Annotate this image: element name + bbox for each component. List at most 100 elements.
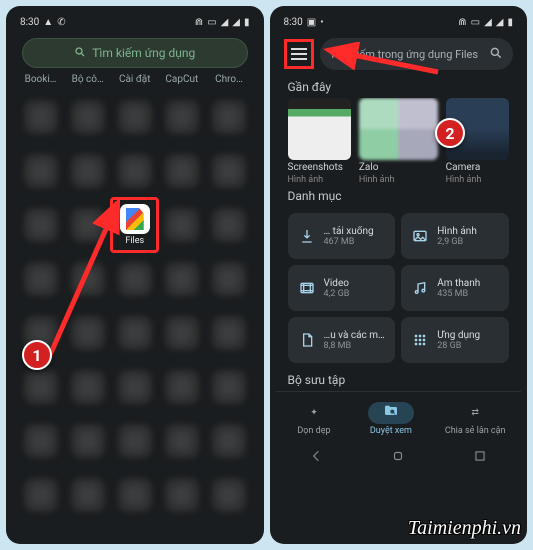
search-icon [489,46,503,63]
callout-badge-2: 2 [435,118,465,148]
nav-label: Dọn dẹp [297,426,330,436]
app-icon[interactable] [112,91,157,143]
thumbnail [288,98,351,160]
app-icon[interactable] [112,307,157,359]
drawer-tab[interactable]: CapCut [159,74,204,85]
app-icon[interactable] [206,91,251,143]
cat-audio[interactable]: Âm thanh435 MB [401,265,509,311]
app-grid: Files [12,85,258,538]
files-search[interactable]: Tìm kiếm trong ứng dụng Files [320,38,514,70]
app-icon[interactable] [18,415,63,467]
cat-video[interactable]: Video4,2 GB [288,265,396,311]
app-icon[interactable] [18,469,63,521]
app-icon[interactable] [112,469,157,521]
collections-title: Bộ sưu tập [276,369,522,391]
app-icon[interactable] [206,361,251,413]
app-icon[interactable] [112,253,157,305]
app-icon[interactable] [206,415,251,467]
menu-button[interactable] [284,39,314,69]
recent-sub: Hình ảnh [446,175,509,185]
share-icon: ⇄ [471,408,479,418]
dot-icon: • [320,17,323,28]
battery-icon: ▮ [244,17,250,28]
app-icon[interactable] [112,361,157,413]
search-placeholder: Tìm kiếm ứng dụng [92,46,195,60]
app-icon[interactable] [65,253,110,305]
recent-name: Zalo [359,162,438,173]
drawer-tab[interactable]: Bộ cô… [65,74,110,85]
status-bar: 8:30 ▲ ✆ ⋒ ▭ ◢ ◢ ▮ [12,12,258,32]
app-icon[interactable] [206,469,251,521]
audio-icon [411,279,429,297]
back-icon[interactable] [309,448,323,467]
bottom-nav: ✦ Dọn dẹp Duyệt xem ⇄ Chia sẻ lân cận [276,391,522,445]
doc-icon [298,331,316,349]
app-icon[interactable] [65,469,110,521]
app-icon[interactable] [159,253,204,305]
thumbnail [359,98,438,160]
app-icon[interactable] [65,307,110,359]
drawer-tabs: Booki… Bộ cô… Cài đặt CapCut Chro… [12,74,258,85]
recent-row: Screenshots Hình ảnh Zalo Hình ảnh Camer… [276,98,522,185]
nfc-icon: ⋒ [458,17,466,28]
app-icon[interactable] [159,361,204,413]
phone-right: 8:30 ▣ • ⋒ ▭ ◢ ◢ ▮ Tìm kiếm trong ứng dụ [270,6,528,544]
folder-icon [383,403,399,422]
app-icon[interactable] [159,415,204,467]
nav-label: Duyệt xem [370,426,412,436]
app-icon[interactable] [159,469,204,521]
app-icon[interactable] [159,145,204,197]
app-icon[interactable] [159,307,204,359]
app-icon[interactable] [65,415,110,467]
cat-size: 4,2 GB [324,289,350,299]
cat-apps[interactable]: Ứng dụng28 GB [401,317,509,363]
app-icon[interactable] [18,91,63,143]
app-icon[interactable] [18,145,63,197]
app-icon[interactable] [65,91,110,143]
search-icon [74,46,86,61]
status-time: 8:30 [284,17,303,28]
app-icon[interactable] [18,199,63,251]
drawer-tab[interactable]: Chro… [206,74,251,85]
app-icon[interactable] [206,145,251,197]
app-icon[interactable] [206,253,251,305]
cat-images[interactable]: Hình ảnh2,9 GB [401,213,509,259]
cat-name: …u và các m… [324,330,385,341]
app-icon[interactable] [159,199,204,251]
nav-browse[interactable]: Duyệt xem [368,402,414,436]
hamburger-icon [291,48,307,60]
apps-icon [411,331,429,349]
home-icon[interactable] [391,448,405,467]
cat-downloads[interactable]: … tải xuống467 MB [288,213,396,259]
cat-name: … tải xuống [324,226,374,237]
cat-name: Video [324,278,350,289]
cat-size: 2,9 GB [437,237,477,247]
phone-icon: ✆ [57,17,65,28]
signal-icon: ◢ [496,17,504,28]
signal-icon: ◢ [221,17,229,28]
files-app[interactable]: Files [112,199,157,251]
app-icon[interactable] [206,199,251,251]
recent-card-zalo[interactable]: Zalo Hình ảnh [359,98,438,185]
recent-name: Screenshots [288,162,351,173]
download-icon [298,227,316,245]
recents-icon[interactable] [473,448,487,467]
drawer-tab[interactable]: Booki… [18,74,63,85]
nfc-icon: ⋒ [195,17,203,28]
app-drawer-search[interactable]: Tìm kiếm ứng dụng [22,38,248,68]
recent-card-screenshots[interactable]: Screenshots Hình ảnh [288,98,351,185]
app-icon[interactable] [112,145,157,197]
app-icon[interactable] [206,307,251,359]
app-icon[interactable] [112,415,157,467]
nav-clean[interactable]: ✦ Dọn dẹp [291,402,337,436]
status-bar: 8:30 ▣ • ⋒ ▭ ◢ ◢ ▮ [276,12,522,32]
app-icon[interactable] [65,199,110,251]
nav-share[interactable]: ⇄ Chia sẻ lân cận [445,402,506,436]
app-icon[interactable] [159,91,204,143]
categories-grid: … tải xuống467 MB Hình ảnh2,9 GB Video4,… [276,207,522,369]
app-icon[interactable] [65,361,110,413]
app-icon[interactable] [65,145,110,197]
drawer-tab[interactable]: Cài đặt [112,74,157,85]
cat-documents[interactable]: …u và các m…8,8 MB [288,317,396,363]
app-icon[interactable] [18,253,63,305]
